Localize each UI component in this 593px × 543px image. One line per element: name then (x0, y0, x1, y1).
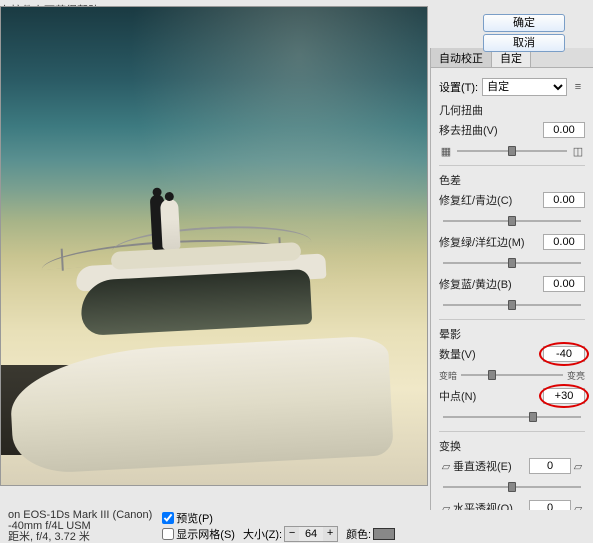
darken-label: 变暗 (439, 369, 457, 382)
color-swatch[interactable] (373, 528, 395, 540)
preview-image (0, 6, 428, 486)
gm-value[interactable]: 0.00 (543, 234, 585, 250)
remove-distortion-value[interactable]: 0.00 (543, 122, 585, 138)
by-label: 修复蓝/黄边(B) (439, 276, 503, 292)
grid-icon: ▦ (439, 144, 453, 158)
vert-icon: ▱ (439, 459, 453, 473)
preview-area (0, 6, 430, 506)
section-chromatic: 色差 (439, 172, 585, 188)
cancel-button[interactable]: 取消 (483, 34, 565, 52)
amount-slider[interactable] (461, 367, 563, 383)
vert-slider[interactable] (443, 479, 581, 495)
settings-panel: 自动校正 自定 设置(T): 自定 ≡ 几何扭曲 移去扭曲(V) 0.00 ▦ … (430, 48, 593, 510)
midpoint-slider[interactable] (443, 409, 581, 425)
by-value[interactable]: 0.00 (543, 276, 585, 292)
by-slider[interactable] (443, 297, 581, 313)
amount-label: 数量(V) (439, 346, 503, 362)
lighten-label: 变亮 (567, 369, 585, 382)
horiz-icon2: ▱ (571, 501, 585, 510)
vert-value[interactable]: 0 (529, 458, 571, 474)
vert-icon2: ▱ (571, 459, 585, 473)
zoom-minus[interactable]: − (285, 527, 299, 541)
gm-slider[interactable] (443, 255, 581, 271)
horiz-icon: ▱ (439, 501, 453, 510)
settings-select[interactable]: 自定 (482, 78, 567, 96)
gm-label: 修复绿/洋红边(M) (439, 234, 503, 250)
section-geometric: 几何扭曲 (439, 102, 585, 118)
ok-button[interactable]: 确定 (483, 14, 565, 32)
zoom-plus[interactable]: + (323, 527, 337, 541)
horiz-label: 水平透视(O) (453, 500, 517, 510)
grid-checkbox[interactable] (162, 528, 174, 540)
preview-checkbox[interactable] (162, 512, 174, 524)
section-vignette: 晕影 (439, 326, 585, 342)
midpoint-value[interactable]: +30 (543, 388, 585, 404)
rc-value[interactable]: 0.00 (543, 192, 585, 208)
rc-slider[interactable] (443, 213, 581, 229)
pincushion-icon: ◫ (571, 144, 585, 158)
menu-icon[interactable]: ≡ (571, 80, 585, 94)
horiz-value[interactable]: 0 (529, 500, 571, 510)
settings-label: 设置(T): (439, 79, 478, 95)
midpoint-label: 中点(N) (439, 388, 503, 404)
remove-distortion-label: 移去扭曲(V) (439, 122, 503, 138)
remove-distortion-slider[interactable] (457, 143, 567, 159)
amount-value[interactable]: -40 (543, 346, 585, 362)
footer: on EOS-1Ds Mark III (Canon) -40mm f/4L U… (0, 510, 593, 542)
camera-meta: on EOS-1Ds Mark III (Canon) -40mm f/4L U… (8, 510, 152, 543)
rc-label: 修复红/青边(C) (439, 192, 503, 208)
vert-label: 垂直透视(E) (453, 458, 517, 474)
section-transform: 变换 (439, 438, 585, 454)
zoom-value[interactable]: 64 (299, 528, 323, 540)
